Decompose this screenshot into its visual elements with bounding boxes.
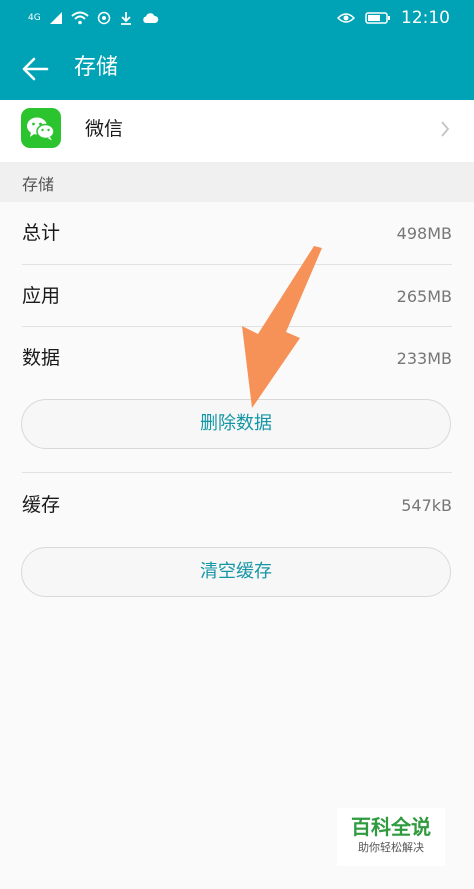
chevron-right-icon [441,121,450,137]
row-value: 547kB [401,496,452,515]
row-label: 数据 [22,347,61,369]
row-value: 233MB [396,349,452,368]
clear-cache-button[interactable]: 清空缓存 [21,547,451,597]
app-info-row[interactable]: 微信 [0,100,474,162]
row-label: 缓存 [22,494,61,516]
app-name: 微信 [85,118,124,140]
clear-data-button[interactable]: 删除数据 [21,399,451,449]
signal-label: 4G [28,13,41,23]
sync-icon [97,11,110,25]
row-label: 总计 [22,222,61,244]
watermark-logo: 百科全说 助你轻松解决 [337,808,445,866]
storage-row-cache: 缓存 547kB [0,474,474,536]
row-value: 265MB [396,287,452,306]
back-button[interactable] [20,54,50,84]
page-title: 存储 [74,55,119,80]
battery-icon [365,12,390,24]
row-label: 应用 [22,285,61,307]
download-icon [120,12,131,25]
wifi-icon [71,11,89,25]
wechat-icon [21,108,61,148]
status-right-icons: 12:10 [337,9,450,27]
status-time: 12:10 [401,8,450,28]
status-bar: 4G 12:10 [0,0,474,36]
watermark-main: 百科全说 [351,815,431,839]
storage-row-app: 应用 265MB [0,265,474,327]
back-arrow-icon [22,57,49,81]
eye-comfort-icon [337,13,355,23]
row-value: 498MB [396,224,452,243]
section-title: 存储 [22,175,55,194]
status-left-icons: 4G [28,9,159,27]
storage-row-data: 数据 233MB [0,327,474,389]
divider [22,472,452,473]
section-header: 存储 [0,162,474,202]
app-bar: 存储 [0,36,474,100]
watermark-sub: 助你轻松解决 [358,841,424,854]
storage-list: 总计 498MB 应用 265MB 数据 233MB 删除数据 缓存 547kB… [0,202,474,889]
cloud-icon [142,13,158,23]
storage-row-total: 总计 498MB [0,202,474,264]
signal-icon [49,12,62,24]
